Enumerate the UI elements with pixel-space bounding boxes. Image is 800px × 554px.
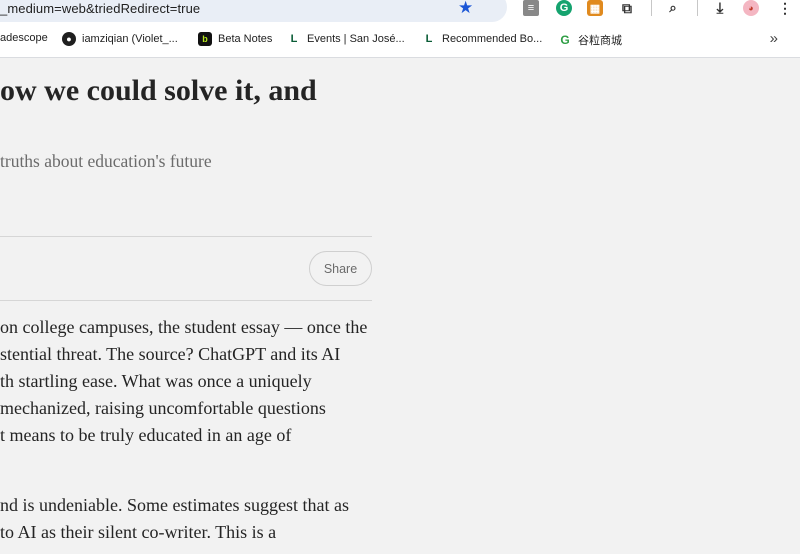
article-title: ow we could solve it, and [0,74,317,107]
sjsu-icon: L [290,33,298,45]
share-button[interactable]: Share [309,251,372,286]
browser-toolbar: _medium=web&triedRedirect=true ★ ≡ G ▦ ⧉… [0,0,800,22]
toolbar-divider [651,0,652,16]
divider [0,300,372,301]
github-icon: ● [62,32,76,46]
bookmark-star-icon[interactable]: ★ [458,0,473,18]
sjsu-icon: L [425,33,433,45]
search-tab-icon[interactable]: ⌕ [665,0,681,16]
extension-orange-icon[interactable]: ▦ [587,0,603,16]
paragraph-line: mechanized, raising uncomfortable questi… [0,398,326,418]
article: ow we could solve it, and truths about e… [0,58,800,554]
bookmark-label: Events | San José... [307,33,405,45]
grammarly-icon[interactable]: G [556,0,572,16]
article-subtitle: truths about education's future [0,151,212,171]
paragraph-line: to AI as their silent co-writer. This is… [0,522,277,542]
bookmarks-bar: adescope ● iamziqian (Violet_... b Beta … [0,22,800,58]
bookmark-label: iamziqian (Violet_... [82,33,178,45]
bookmark-label: Recommended Bo... [442,33,543,45]
bookmark-item[interactable]: G 谷粒商城 [558,32,622,48]
bookmark-item[interactable]: ● iamziqian (Violet_... [62,32,178,46]
gulimall-icon: G [560,33,570,47]
paragraph-line: nd is undeniable. Some estimates suggest… [0,495,349,515]
download-icon[interactable]: ⤓ [712,0,728,17]
beta-notes-icon: b [198,32,212,46]
bookmark-item[interactable]: L Recommended Bo... [422,32,543,46]
extensions-puzzle-icon[interactable]: ⧉ [619,0,635,16]
paragraph-line: on college campuses, the student essay —… [0,317,368,337]
extension-stack-icon[interactable]: ≡ [523,0,539,16]
paragraph-line: th startling ease. What was once a uniqu… [0,371,312,391]
address-bar-url[interactable]: _medium=web&triedRedirect=true [0,1,200,16]
bookmark-item[interactable]: b Beta Notes [198,32,272,46]
bookmark-item[interactable]: L Events | San José... [287,32,405,46]
bookmark-label: Beta Notes [218,33,273,45]
divider [0,236,372,237]
paragraph-line: t means to be truly educated in an age o… [0,425,292,445]
bookmark-label: adescope [0,32,48,44]
address-bar[interactable]: _medium=web&triedRedirect=true ★ [0,0,507,22]
bookmark-item[interactable]: adescope [0,32,48,44]
bookmarks-overflow-icon[interactable]: » [770,30,778,47]
profile-avatar-icon[interactable]: ◕ [743,0,759,16]
browser-menu-icon[interactable]: ⋮ [777,0,793,16]
paragraph-line: stential threat. The source? ChatGPT and… [0,344,341,364]
bookmark-label: 谷粒商城 [578,35,622,47]
toolbar-divider [697,0,698,16]
